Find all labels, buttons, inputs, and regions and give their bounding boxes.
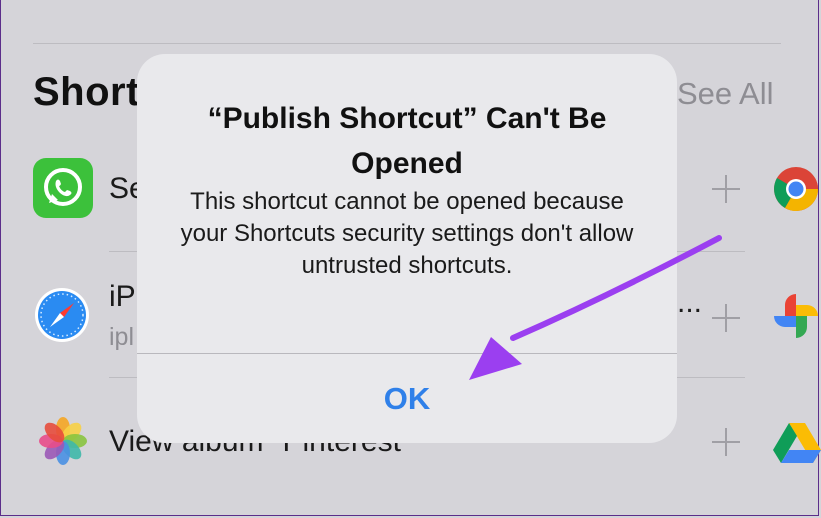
annotation-arrow-icon xyxy=(469,235,722,380)
screenshot-frame: Short See All Se iP ipl ... View “Publis… xyxy=(0,0,821,516)
